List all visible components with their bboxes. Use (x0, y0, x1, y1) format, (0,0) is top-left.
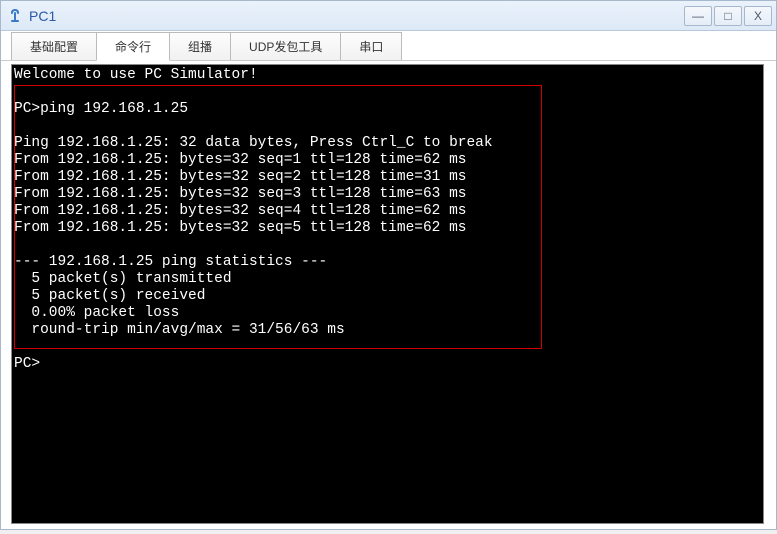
tab-multicast[interactable]: 组播 (169, 32, 231, 60)
minimize-button[interactable]: — (684, 6, 712, 26)
window-title: PC1 (29, 8, 684, 24)
app-icon (9, 8, 25, 24)
terminal[interactable]: Welcome to use PC Simulator! PC>ping 192… (11, 64, 764, 524)
tab-basic-config[interactable]: 基础配置 (11, 32, 97, 60)
window-controls: — □ X (684, 6, 772, 26)
tab-bar: 基础配置 命令行 组播 UDP发包工具 串口 (1, 31, 776, 61)
highlight-box (14, 85, 542, 349)
tab-udp-tool[interactable]: UDP发包工具 (230, 32, 341, 60)
close-button[interactable]: X (744, 6, 772, 26)
tab-command-line[interactable]: 命令行 (96, 32, 170, 61)
titlebar[interactable]: PC1 — □ X (1, 1, 776, 31)
terminal-container: Welcome to use PC Simulator! PC>ping 192… (1, 64, 776, 534)
tab-serial[interactable]: 串口 (340, 32, 402, 60)
app-window: PC1 — □ X 基础配置 命令行 组播 UDP发包工具 串口 Welcome… (0, 0, 777, 530)
maximize-button[interactable]: □ (714, 6, 742, 26)
